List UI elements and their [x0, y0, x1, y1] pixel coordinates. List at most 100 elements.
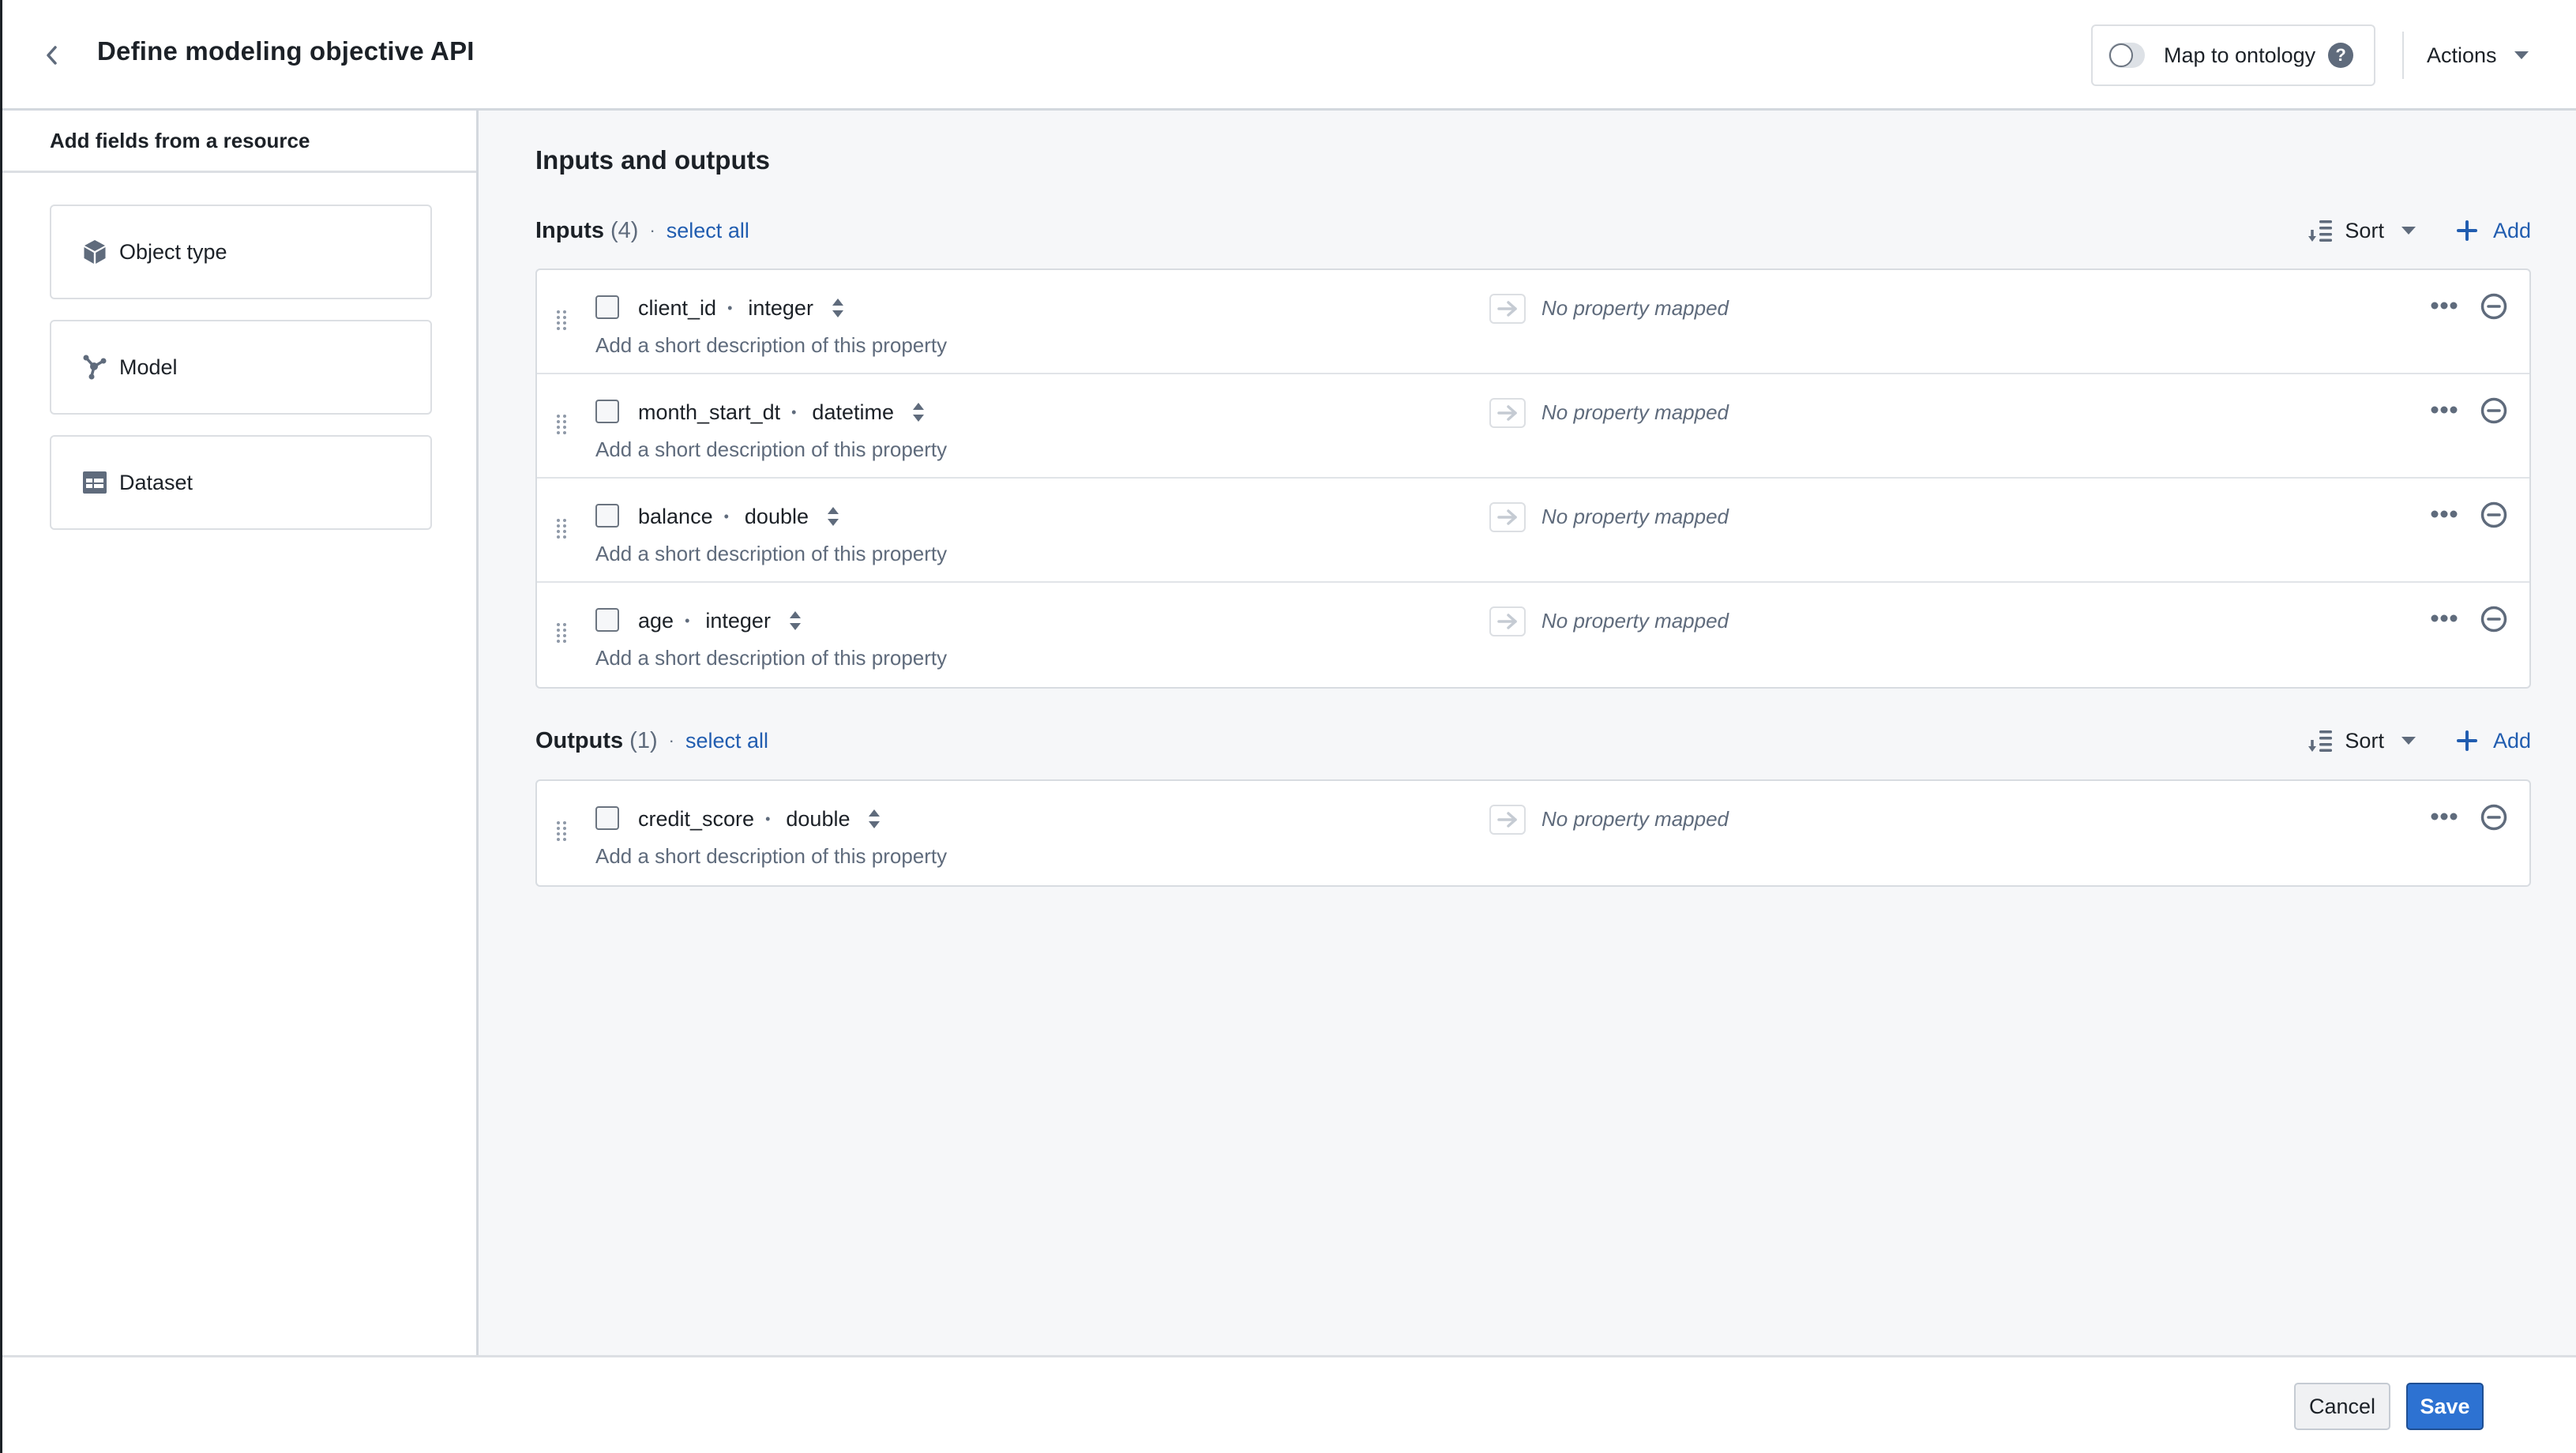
- select-updown-icon: [828, 507, 839, 526]
- map-property-button[interactable]: [1489, 294, 1526, 324]
- field-name[interactable]: balance: [638, 505, 713, 529]
- add-label: Add: [2492, 728, 2531, 753]
- outputs-list: credit_score • double Add a short descri…: [535, 779, 2531, 887]
- main-content: Inputs and outputs Inputs (4) · select a…: [479, 111, 2576, 1355]
- arrow-right-icon: [1497, 405, 1517, 421]
- separator-dot: •: [791, 404, 797, 420]
- remove-field-button[interactable]: [2480, 605, 2508, 637]
- map-to-ontology-toggle[interactable]: [2108, 43, 2145, 68]
- drag-handle-icon[interactable]: [556, 820, 569, 847]
- remove-field-button[interactable]: [2480, 803, 2508, 835]
- input-field-row: age • integer Add a short description of…: [537, 583, 2529, 687]
- field-type-value: datetime: [812, 400, 894, 424]
- resource-object-type[interactable]: Object type: [50, 205, 432, 299]
- outputs-count: (1): [629, 727, 658, 753]
- mapping-status: No property mapped: [1541, 400, 1729, 424]
- arrow-right-icon: [1497, 812, 1517, 828]
- drag-handle-icon[interactable]: [556, 310, 569, 336]
- field-type-value: integer: [705, 608, 771, 633]
- more-options-button[interactable]: [2430, 613, 2458, 627]
- remove-circle-icon: [2480, 397, 2507, 424]
- select-updown-icon: [912, 403, 924, 422]
- sidebar-heading: Add fields from a resource: [2, 111, 476, 173]
- more-options-button[interactable]: [2430, 404, 2458, 419]
- separator-dot: •: [765, 810, 771, 827]
- drag-handle-icon[interactable]: [556, 518, 569, 544]
- resource-dataset[interactable]: Dataset: [50, 435, 432, 530]
- field-header: month_start_dt • datetime: [638, 398, 926, 426]
- inputs-select-all-link[interactable]: select all: [667, 219, 749, 243]
- input-field-row: balance • double Add a short description…: [537, 479, 2529, 583]
- mapping-status: No property mapped: [1541, 609, 1729, 633]
- actions-label: Actions: [2427, 43, 2497, 67]
- inputs-sort-button[interactable]: Sort: [2307, 219, 2416, 243]
- more-horizontal-icon: [2431, 813, 2458, 820]
- map-property-button[interactable]: [1489, 606, 1526, 636]
- sort-label: Sort: [2345, 728, 2384, 753]
- field-description-input[interactable]: Add a short description of this property: [595, 437, 947, 462]
- page-header: Define modeling objective API Map to ont…: [2, 0, 2576, 111]
- more-horizontal-icon: [2431, 406, 2458, 414]
- row-checkbox[interactable]: [595, 806, 619, 830]
- field-type-select[interactable]: double: [786, 807, 881, 832]
- cube-icon: [83, 240, 107, 264]
- sort-label: Sort: [2345, 218, 2384, 242]
- caret-down-icon: [2401, 737, 2416, 745]
- field-name[interactable]: client_id: [638, 296, 716, 321]
- mapping-status: No property mapped: [1541, 505, 1729, 528]
- more-options-button[interactable]: [2430, 811, 2458, 825]
- remove-circle-icon: [2480, 501, 2507, 528]
- field-type-select[interactable]: double: [745, 505, 840, 529]
- more-options-button[interactable]: [2430, 509, 2458, 523]
- sort-icon: [2308, 730, 2333, 752]
- row-checkbox[interactable]: [595, 400, 619, 423]
- header-divider: [2402, 32, 2404, 79]
- back-button[interactable]: [37, 39, 66, 71]
- map-property-button[interactable]: [1489, 502, 1526, 532]
- separator: ·: [668, 730, 674, 750]
- field-type-select[interactable]: datetime: [812, 400, 926, 425]
- field-name[interactable]: credit_score: [638, 807, 754, 832]
- select-updown-icon: [789, 611, 801, 630]
- field-description-input[interactable]: Add a short description of this property: [595, 542, 947, 566]
- plus-icon: [2456, 220, 2477, 241]
- drag-handle-icon[interactable]: [556, 622, 569, 648]
- field-name[interactable]: age: [638, 609, 674, 633]
- map-property-button[interactable]: [1489, 805, 1526, 835]
- inputs-title: Inputs: [535, 217, 604, 243]
- remove-field-button[interactable]: [2480, 396, 2508, 429]
- separator-dot: •: [685, 612, 690, 629]
- field-header: age • integer: [638, 606, 802, 635]
- cancel-button[interactable]: Cancel: [2294, 1383, 2390, 1430]
- field-description-input[interactable]: Add a short description of this property: [595, 844, 947, 869]
- caret-down-icon: [2401, 227, 2416, 235]
- outputs-add-button[interactable]: Add: [2456, 728, 2531, 753]
- separator: ·: [649, 220, 655, 240]
- remove-field-button[interactable]: [2480, 501, 2508, 533]
- outputs-sort-button[interactable]: Sort: [2307, 729, 2416, 753]
- inputs-count: (4): [610, 217, 639, 243]
- row-checkbox[interactable]: [595, 608, 619, 632]
- toggle-knob: [2109, 43, 2133, 67]
- map-property-button[interactable]: [1489, 398, 1526, 428]
- row-checkbox[interactable]: [595, 295, 619, 319]
- question-icon[interactable]: ?: [2328, 43, 2354, 68]
- remove-field-button[interactable]: [2480, 292, 2508, 325]
- actions-menu-button[interactable]: Actions: [2427, 32, 2529, 79]
- resource-label: Object type: [119, 239, 227, 264]
- more-options-button[interactable]: [2430, 300, 2458, 314]
- field-description-input[interactable]: Add a short description of this property: [595, 646, 947, 670]
- row-checkbox[interactable]: [595, 504, 619, 528]
- field-type-select[interactable]: integer: [748, 296, 845, 321]
- field-name[interactable]: month_start_dt: [638, 400, 780, 425]
- drag-handle-icon[interactable]: [556, 414, 569, 440]
- resource-model[interactable]: Model: [50, 320, 432, 415]
- section-page-title: Inputs and outputs: [535, 145, 770, 175]
- save-button[interactable]: Save: [2406, 1383, 2484, 1430]
- map-to-ontology-control: Map to ontology ?: [2091, 24, 2375, 86]
- field-type-value: integer: [748, 295, 813, 320]
- outputs-select-all-link[interactable]: select all: [685, 729, 768, 753]
- inputs-add-button[interactable]: Add: [2456, 219, 2531, 243]
- field-type-select[interactable]: integer: [705, 609, 802, 633]
- field-description-input[interactable]: Add a short description of this property: [595, 333, 947, 358]
